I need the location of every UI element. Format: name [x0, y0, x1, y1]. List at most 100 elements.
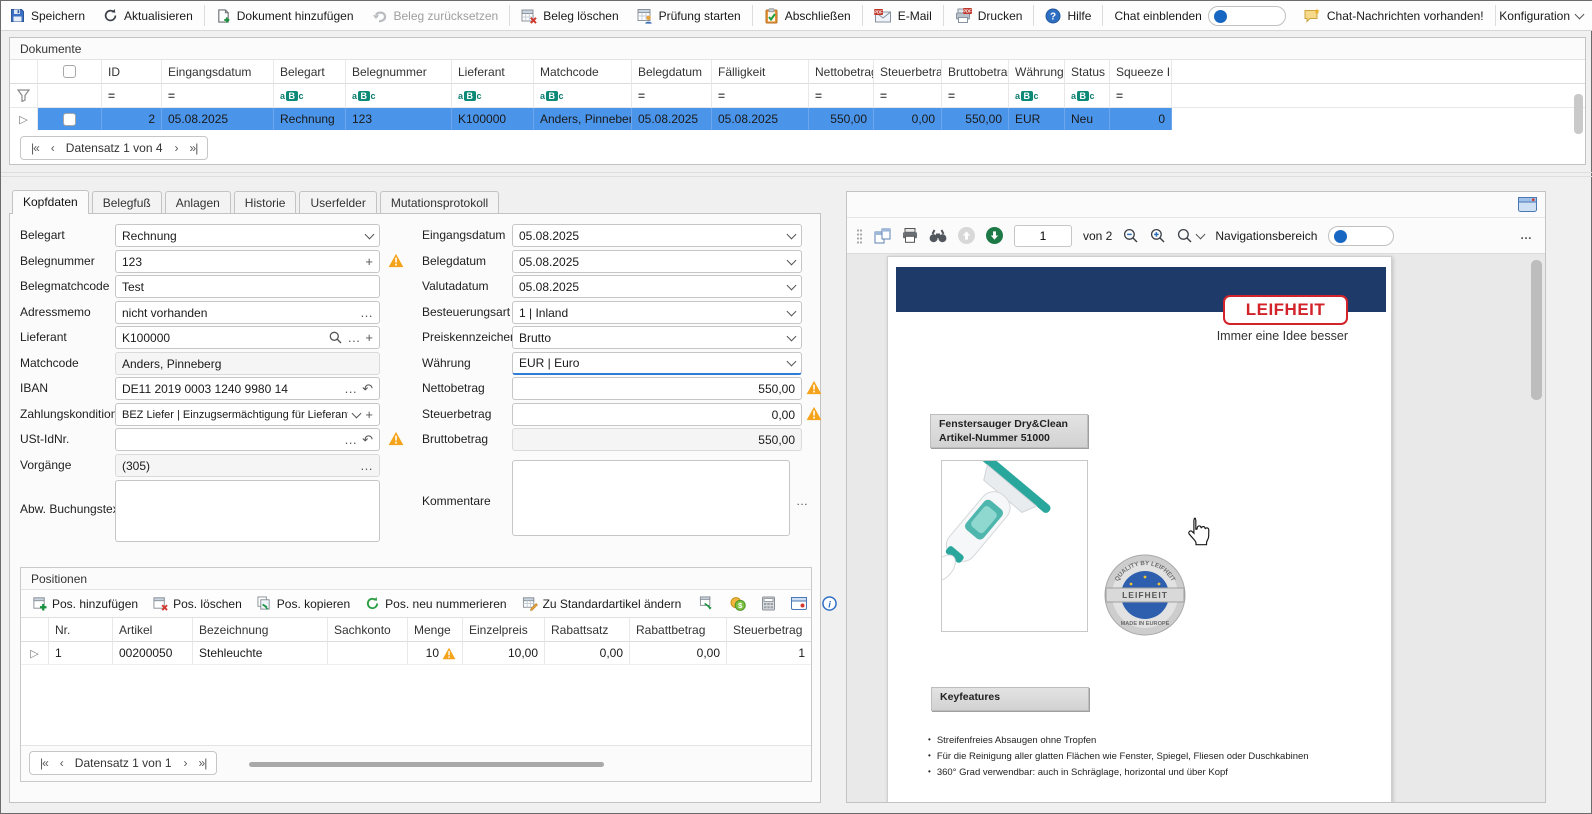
filter-funnel-icon[interactable]: [10, 84, 38, 108]
tab-kopfdaten[interactable]: Kopfdaten: [12, 190, 89, 214]
column-header[interactable]: Fälligkeit: [712, 60, 809, 84]
equals-filter-icon[interactable]: =: [712, 84, 809, 108]
abc-filter-icon[interactable]: aBc: [1065, 84, 1110, 108]
email-button[interactable]: PDF E-Mail: [865, 1, 941, 30]
column-header[interactable]: Eingangsdatum: [162, 60, 274, 84]
tab-userfelder[interactable]: Userfelder: [299, 191, 376, 213]
search-icon[interactable]: [329, 331, 342, 344]
ellipsis-icon[interactable]: …: [796, 494, 808, 508]
row-expander-icon[interactable]: ▷: [21, 642, 49, 664]
calculator-icon-button[interactable]: [755, 592, 782, 616]
preview-vertical-scrollbar[interactable]: [1531, 258, 1542, 798]
position-copy-button[interactable]: Pos. kopieren: [251, 592, 356, 616]
start-check-button[interactable]: Prüfung starten: [628, 1, 750, 30]
ellipsis-icon[interactable]: …: [347, 331, 360, 344]
eingangsdatum-select[interactable]: 05.08.2025: [512, 224, 802, 247]
positions-row[interactable]: ▷ 1 00200050 Stehleuchte 10 10,00 0,00 0…: [21, 642, 811, 665]
horizontal-splitter[interactable]: [1, 172, 1592, 173]
info-icon-button[interactable]: i: [816, 592, 843, 616]
position-renumber-button[interactable]: Pos. neu nummerieren: [359, 592, 512, 616]
plus-icon[interactable]: +: [365, 331, 373, 344]
tab-belegfuss[interactable]: Belegfuß: [92, 191, 162, 213]
position-add-button[interactable]: Pos. hinzufügen: [26, 592, 144, 616]
nettobetrag-input[interactable]: 550,00: [512, 377, 802, 400]
search-binoculars-icon[interactable]: [929, 229, 947, 243]
zoom-mode-dropdown[interactable]: [1177, 228, 1204, 244]
chat-toggle[interactable]: [1208, 6, 1286, 26]
column-header[interactable]: Rabattsatz: [545, 618, 630, 642]
refresh-button[interactable]: Aktualisieren: [94, 1, 202, 30]
position-delete-button[interactable]: Pos. löschen: [147, 592, 248, 616]
plus-icon[interactable]: +: [365, 408, 373, 421]
column-header[interactable]: Sachkonto: [328, 618, 408, 642]
first-page-button[interactable]: |«: [31, 141, 39, 155]
zahlungskondition-select[interactable]: BEZ Liefer | Einzugsermächtigung für Lie…: [115, 403, 380, 426]
filter-cell[interactable]: [38, 84, 102, 108]
next-page-icon[interactable]: [986, 227, 1003, 244]
column-header[interactable]: Steuerbetrag: [874, 60, 942, 84]
documents-selected-row[interactable]: ▷ 2 05.08.2025 Rechnung 123 K100000 Ande…: [10, 108, 1585, 130]
column-header[interactable]: Artikel: [113, 618, 193, 642]
copy-values-icon-button[interactable]: [693, 592, 721, 616]
ellipsis-icon[interactable]: …: [344, 382, 357, 395]
steuerbetrag-input[interactable]: 0,00: [512, 403, 802, 426]
adressmemo-field[interactable]: nicht vorhanden…: [115, 301, 380, 324]
abc-filter-icon[interactable]: aBc: [1009, 84, 1065, 108]
row-expander-icon[interactable]: ▷: [10, 108, 38, 130]
finish-button[interactable]: Abschließen: [755, 1, 860, 30]
row-select-cell[interactable]: [38, 108, 102, 130]
row-checkbox[interactable]: [63, 113, 76, 126]
column-header[interactable]: Menge: [408, 618, 463, 642]
horizontal-scrollbar[interactable]: [249, 762, 604, 767]
column-header[interactable]: Bruttobetrag: [942, 60, 1009, 84]
equals-filter-icon[interactable]: =: [809, 84, 874, 108]
chat-messages-button[interactable]: Chat-Nachrichten vorhanden!: [1295, 1, 1493, 30]
iban-input[interactable]: DE11 2019 0003 1240 9980 14 … ↶: [115, 377, 380, 400]
preview-menu-button[interactable]: …: [1520, 228, 1533, 242]
drag-handle-icon[interactable]: [856, 228, 863, 244]
abc-filter-icon[interactable]: aBc: [534, 84, 632, 108]
thumbnails-icon[interactable]: [874, 228, 891, 244]
equals-filter-icon[interactable]: =: [632, 84, 712, 108]
add-document-button[interactable]: Dokument hinzufügen: [207, 1, 363, 30]
reset-document-button[interactable]: Beleg zurücksetzen: [363, 1, 508, 30]
dock-window-icon[interactable]: [1518, 197, 1537, 212]
column-header[interactable]: Lieferant: [452, 60, 534, 84]
equals-filter-icon[interactable]: =: [162, 84, 274, 108]
column-header[interactable]: Squeeze ID: [1110, 60, 1172, 84]
lieferant-input[interactable]: K100000 … +: [115, 326, 380, 349]
prev-page-button[interactable]: ‹: [51, 141, 54, 155]
column-header[interactable]: Steuerbetrag: [727, 618, 811, 642]
preiskennzeichen-select[interactable]: Brutto: [512, 326, 802, 349]
tab-historie[interactable]: Historie: [234, 191, 297, 213]
column-header[interactable]: Rabattbetrag: [630, 618, 727, 642]
column-header[interactable]: Belegdatum: [632, 60, 712, 84]
documents-vertical-scrollbar[interactable]: [1574, 94, 1583, 134]
select-all-checkbox[interactable]: [63, 65, 76, 78]
column-header[interactable]: Matchcode: [534, 60, 632, 84]
vorgaenge-field[interactable]: (305) …: [115, 454, 380, 477]
belegmatchcode-input[interactable]: Test: [115, 275, 380, 298]
besteuerungsart-select[interactable]: 1 | Inland: [512, 301, 802, 324]
abc-filter-icon[interactable]: aBc: [452, 84, 534, 108]
configuration-menu[interactable]: Konfiguration: [1499, 1, 1583, 31]
ellipsis-icon[interactable]: …: [360, 459, 373, 472]
undo-icon[interactable]: ↶: [362, 382, 373, 395]
coins-icon-button[interactable]: $: [724, 592, 752, 616]
ellipsis-icon[interactable]: …: [344, 433, 357, 446]
plus-icon[interactable]: +: [365, 255, 373, 268]
column-header[interactable]: Status: [1065, 60, 1110, 84]
column-header[interactable]: ID: [102, 60, 162, 84]
column-header[interactable]: Belegnummer: [346, 60, 452, 84]
column-header[interactable]: Einzelpreis: [463, 618, 545, 642]
help-button[interactable]: ? Hilfe: [1036, 1, 1100, 30]
horizontal-splitter[interactable]: [1, 176, 1592, 177]
valutadatum-select[interactable]: 05.08.2025: [512, 275, 802, 298]
page-number-input[interactable]: [1014, 225, 1072, 247]
to-standard-article-button[interactable]: Zu Standardartikel ändern: [516, 592, 688, 616]
column-header[interactable]: Bezeichnung: [193, 618, 328, 642]
ellipsis-icon[interactable]: …: [360, 306, 373, 319]
ust-idnr-input[interactable]: … ↶: [115, 428, 380, 451]
abc-filter-icon[interactable]: aBc: [274, 84, 346, 108]
equals-filter-icon[interactable]: =: [874, 84, 942, 108]
